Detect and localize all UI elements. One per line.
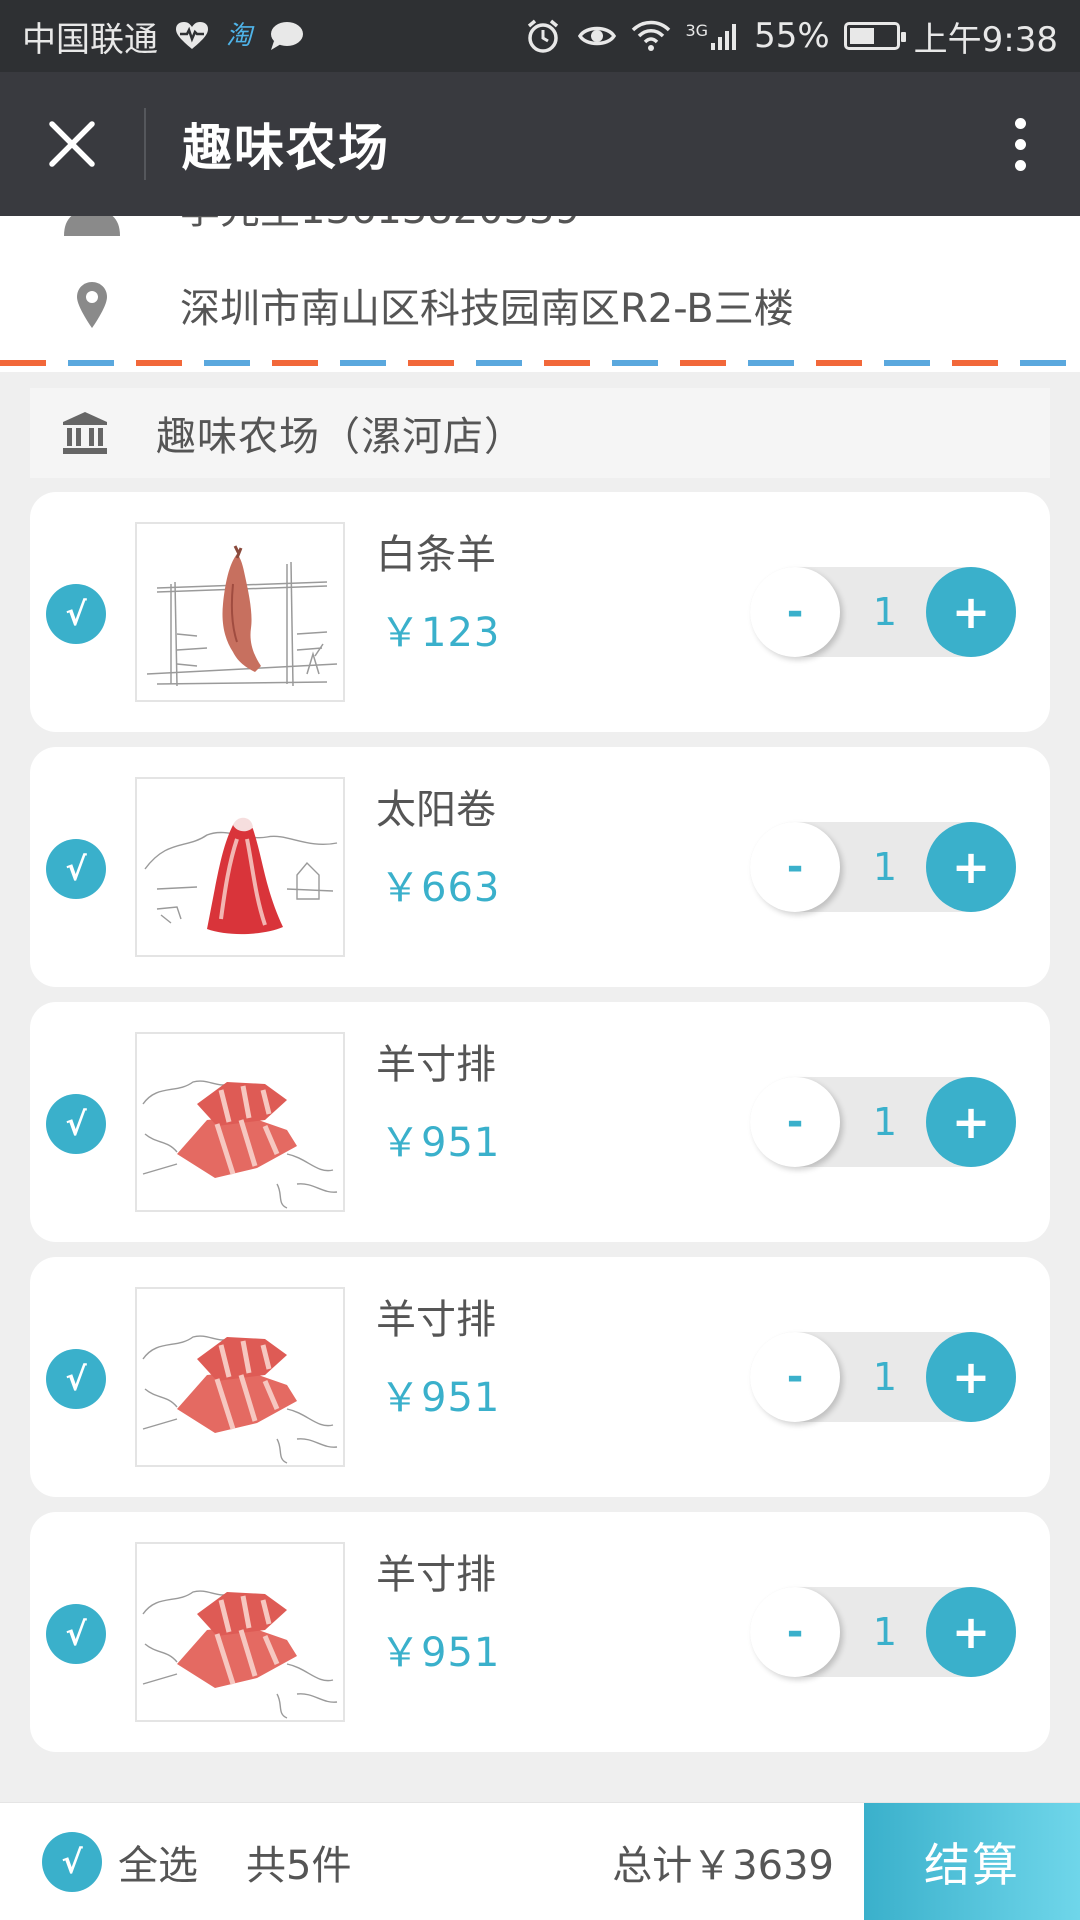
checkout-bar: √ 全选 共5件 总计￥3639 结算	[0, 1802, 1080, 1920]
product-name[interactable]: 白条羊	[376, 522, 496, 580]
item-check-icon[interactable]: √	[46, 584, 106, 644]
decrease-quantity-button[interactable]: -	[750, 1587, 840, 1677]
product-image-lamb-ribs[interactable]	[135, 1287, 345, 1467]
increase-quantity-button[interactable]: +	[926, 822, 1016, 912]
cart-item: √ 白条羊 ￥123 - 1 +	[30, 492, 1050, 732]
product-image-lamb-ribs[interactable]	[135, 1542, 345, 1722]
quantity-value[interactable]: 1	[860, 567, 910, 657]
decrease-quantity-button[interactable]: -	[750, 1332, 840, 1422]
person-icon	[48, 216, 136, 238]
product-price: ￥951	[380, 1630, 501, 1676]
item-check-icon[interactable]: √	[46, 1604, 106, 1664]
store-name: 趣味农场（漯河店）	[156, 414, 525, 460]
quantity-value[interactable]: 1	[860, 1077, 910, 1167]
product-price: ￥951	[380, 1375, 501, 1421]
quantity-value[interactable]: 1	[860, 822, 910, 912]
signal-icon: 3G	[685, 21, 740, 51]
item-check-icon[interactable]: √	[46, 1094, 106, 1154]
cart-item: √ 羊寸排 ￥951 - 1 +	[30, 1257, 1050, 1497]
more-options-button[interactable]	[960, 72, 1080, 216]
cart-item: √ 羊寸排 ￥951 - 1 +	[30, 1512, 1050, 1752]
quantity-stepper: - 1 +	[750, 1587, 1016, 1677]
carrier-label: 中国联通	[22, 19, 158, 60]
store-header[interactable]: 趣味农场（漯河店）	[30, 388, 1050, 478]
decrease-quantity-button[interactable]: -	[750, 1077, 840, 1167]
chat-bubble-icon	[266, 16, 306, 56]
increase-quantity-button[interactable]: +	[926, 1077, 1016, 1167]
wifi-icon	[631, 16, 671, 56]
total-price: 总计￥3639	[612, 1842, 834, 1889]
product-name[interactable]: 太阳卷	[376, 777, 496, 835]
select-all-label: 全选	[118, 1842, 198, 1889]
page-title: 趣味农场	[182, 119, 390, 177]
more-dot-icon	[1014, 159, 1026, 171]
title-bar: 趣味农场	[0, 72, 1080, 216]
quantity-stepper: - 1 +	[750, 1332, 1016, 1422]
product-image-whole-lamb[interactable]	[135, 522, 345, 702]
delivery-address[interactable]: 李先生13613820339 深圳市南山区科技园南区R2-B三楼	[0, 216, 1080, 372]
heart-rate-icon	[172, 16, 212, 56]
clock: 上午9:38	[913, 19, 1058, 60]
location-pin-icon	[48, 281, 136, 329]
store-bank-icon	[58, 411, 112, 455]
address-text: 深圳市南山区科技园南区R2-B三楼	[180, 286, 794, 332]
product-image-lamb-ribs[interactable]	[135, 1032, 345, 1212]
increase-quantity-button[interactable]: +	[926, 1587, 1016, 1677]
cart-item-list: √ 白条羊 ￥123 - 1 + √ 太阳卷 ￥663 - 1 + √ 羊寸排 …	[30, 492, 1050, 1767]
cart-item: √ 羊寸排 ￥951 - 1 +	[30, 1002, 1050, 1242]
page: 中国联通 淘 3G 55% 上午9:38 趣味农场 深圳市南山区科技园南区R2-…	[0, 0, 1080, 1920]
network-type-label: 3G	[685, 21, 709, 40]
product-name[interactable]: 羊寸排	[376, 1287, 496, 1345]
taobao-icon: 淘	[226, 21, 253, 51]
cart-item: √ 太阳卷 ￥663 - 1 +	[30, 747, 1050, 987]
close-button[interactable]	[0, 72, 144, 216]
item-check-icon[interactable]: √	[46, 839, 106, 899]
quantity-stepper: - 1 +	[750, 1077, 1016, 1167]
battery-level-fill	[849, 28, 874, 44]
quantity-value[interactable]: 1	[860, 1332, 910, 1422]
title-divider	[144, 108, 146, 180]
close-icon	[49, 121, 95, 167]
more-dot-icon	[1014, 138, 1026, 150]
alarm-icon	[523, 16, 563, 56]
recipient-row: 李先生13613820339	[0, 216, 580, 238]
location-row: 深圳市南山区科技园南区R2-B三楼	[0, 276, 794, 334]
increase-quantity-button[interactable]: +	[926, 1332, 1016, 1422]
quantity-value[interactable]: 1	[860, 1587, 910, 1677]
decrease-quantity-button[interactable]: -	[750, 567, 840, 657]
checkout-button[interactable]: 结算	[864, 1802, 1080, 1920]
quantity-stepper: - 1 +	[750, 567, 1016, 657]
product-name[interactable]: 羊寸排	[376, 1032, 496, 1090]
product-price: ￥123	[380, 610, 501, 656]
battery-percent: 55%	[754, 16, 830, 56]
more-dot-icon	[1014, 117, 1026, 129]
status-bar: 中国联通 淘 3G 55% 上午9:38	[0, 0, 1080, 72]
item-count: 共5件	[246, 1842, 352, 1889]
eye-icon	[577, 16, 617, 56]
decrease-quantity-button[interactable]: -	[750, 822, 840, 912]
product-name[interactable]: 羊寸排	[376, 1542, 496, 1600]
select-all-toggle[interactable]: √ 全选	[42, 1831, 198, 1892]
select-all-check-icon[interactable]: √	[42, 1831, 102, 1892]
battery-icon	[843, 22, 906, 50]
increase-quantity-button[interactable]: +	[926, 567, 1016, 657]
product-price: ￥951	[380, 1120, 501, 1166]
item-check-icon[interactable]: √	[46, 1349, 106, 1409]
product-image-lamb-roll[interactable]	[135, 777, 345, 957]
recipient-name-phone: 李先生13613820339	[180, 216, 580, 235]
product-price: ￥663	[380, 865, 501, 911]
airmail-border	[0, 360, 1080, 366]
quantity-stepper: - 1 +	[750, 822, 1016, 912]
